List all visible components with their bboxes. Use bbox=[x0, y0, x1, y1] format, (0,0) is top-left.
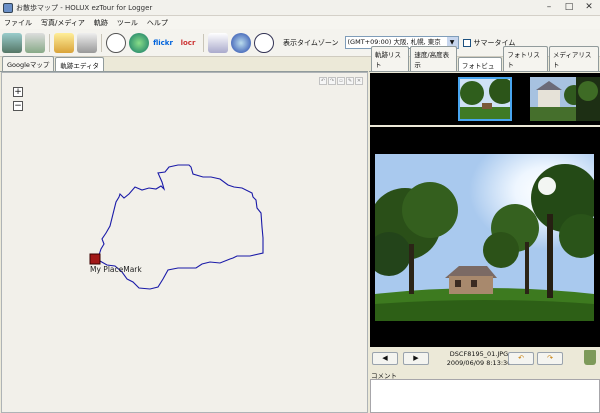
thumbnail-strip bbox=[370, 73, 600, 125]
photo-viewer bbox=[370, 127, 600, 347]
thumbnail-image bbox=[576, 77, 600, 121]
app-icon bbox=[3, 2, 13, 13]
menu-help[interactable]: ヘルプ bbox=[147, 18, 168, 28]
main-photo bbox=[375, 154, 594, 321]
kmz-export-icon[interactable] bbox=[254, 32, 274, 53]
clock-icon[interactable] bbox=[106, 32, 126, 53]
trash-icon[interactable] bbox=[584, 350, 596, 365]
window-controls: – □ ✕ bbox=[540, 1, 598, 14]
tab-speed-altitude[interactable]: 速度/高度表示 bbox=[410, 46, 457, 71]
right-tab-bar: 軌跡リスト 速度/高度表示 フォトビュー フォトリスト メディアリスト bbox=[369, 46, 600, 80]
rotate-right-icon: ↷ bbox=[547, 354, 553, 362]
menu-file[interactable]: ファイル bbox=[4, 18, 32, 28]
previous-photo-button[interactable]: ◀ bbox=[372, 352, 398, 365]
maximize-button[interactable]: □ bbox=[560, 1, 578, 14]
comment-textarea[interactable] bbox=[370, 379, 600, 413]
globe-icon[interactable] bbox=[129, 32, 149, 53]
next-photo-button[interactable]: ▶ bbox=[403, 352, 429, 365]
title-bar: お散歩マップ - HOLUX ezTour for Logger – □ ✕ bbox=[0, 0, 600, 16]
arrow-left-icon: ◀ bbox=[382, 354, 388, 362]
timezone-label: 表示タイムゾーン bbox=[283, 38, 339, 47]
rotate-left-icon: ↶ bbox=[518, 354, 524, 362]
document-icon[interactable] bbox=[208, 32, 228, 53]
locr-icon[interactable]: locr bbox=[177, 33, 199, 53]
photo-controls: ◀ ▶ DSCF8195_01.JPG 2009/06/09 8:13:36 ↶… bbox=[370, 347, 600, 369]
minimize-button[interactable]: – bbox=[540, 1, 558, 14]
device-settings-icon[interactable] bbox=[25, 32, 45, 53]
map-canvas[interactable]: ↶ ↷ ▫ ✎ ✕ + − My PlaceMark bbox=[1, 72, 368, 413]
thumbnail-image bbox=[460, 79, 510, 119]
tab-google-map[interactable]: Googleマップ bbox=[2, 56, 55, 71]
tab-media-list[interactable]: メディアリスト bbox=[548, 46, 599, 71]
rotate-right-button[interactable]: ↷ bbox=[537, 352, 563, 365]
menu-photo-media[interactable]: 写真/メディア bbox=[41, 18, 85, 28]
tab-track-editor[interactable]: 軌跡エディタ bbox=[55, 57, 104, 71]
toolbar-separator bbox=[49, 33, 50, 52]
import-device-icon[interactable] bbox=[2, 32, 22, 53]
rotate-left-button[interactable]: ↶ bbox=[508, 352, 534, 365]
placemark-label: My PlaceMark bbox=[90, 265, 142, 274]
window-title: お散歩マップ - HOLUX ezTour for Logger bbox=[16, 3, 153, 12]
summer-time-checkbox[interactable] bbox=[462, 38, 471, 47]
tab-photo-list[interactable]: フォトリスト bbox=[503, 46, 548, 71]
thumbnail-partial[interactable] bbox=[576, 77, 600, 121]
flickr-icon[interactable]: flickr bbox=[152, 33, 174, 53]
camera-icon[interactable] bbox=[77, 32, 97, 53]
tab-track-list[interactable]: 軌跡リスト bbox=[371, 46, 410, 71]
menu-tools[interactable]: ツール bbox=[117, 18, 138, 28]
open-folder-icon[interactable] bbox=[54, 32, 74, 53]
track-layer bbox=[89, 164, 264, 290]
thumbnail-selected[interactable] bbox=[458, 77, 512, 121]
menu-track[interactable]: 軌跡 bbox=[94, 18, 108, 28]
left-tab-bar: Googleマップ 軌跡エディタ bbox=[0, 56, 368, 72]
arrow-right-icon: ▶ bbox=[413, 354, 419, 362]
google-earth-icon[interactable] bbox=[231, 32, 251, 53]
photo-display[interactable] bbox=[375, 154, 594, 321]
close-button[interactable]: ✕ bbox=[580, 1, 598, 14]
menu-bar: ファイル 写真/メディア 軌跡 ツール ヘルプ bbox=[0, 16, 600, 29]
toolbar-separator bbox=[101, 33, 102, 52]
toolbar-separator bbox=[203, 33, 204, 52]
tab-photo-view[interactable]: フォトビュー bbox=[457, 57, 503, 80]
placemark-marker[interactable] bbox=[89, 253, 101, 265]
